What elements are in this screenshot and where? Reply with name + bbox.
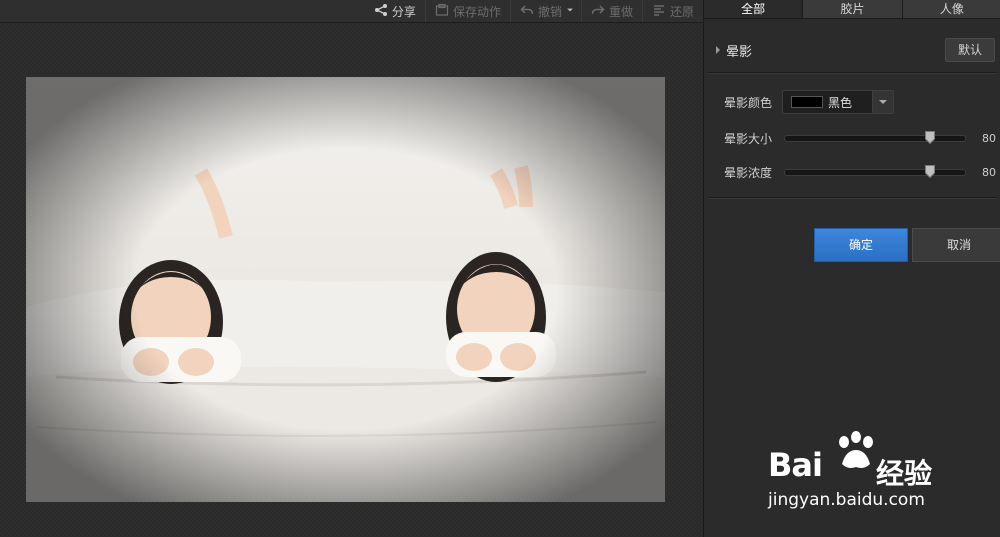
- vignette-color-row: 晕影颜色 黑色: [724, 90, 894, 114]
- vignette-density-row: 晕影浓度 80: [724, 161, 996, 183]
- save-action-button[interactable]: 保存动作: [424, 0, 510, 22]
- filter-tabs: 全部 胶片 人像: [704, 0, 1000, 19]
- slider-thumb[interactable]: [924, 131, 935, 145]
- section-divider: [708, 72, 997, 74]
- undo-dropdown[interactable]: [565, 0, 581, 22]
- slider-thumb[interactable]: [924, 165, 935, 179]
- baidu-jingyan-watermark: Bai 经验 jingyan.baidu.com: [762, 428, 972, 518]
- dropdown-arrow-icon[interactable]: [872, 91, 893, 113]
- vignette-size-row: 晕影大小 80: [724, 127, 996, 149]
- undo-label: 撤销: [537, 4, 562, 19]
- save-action-icon: [435, 3, 449, 20]
- baidu-paw-logo-icon: [839, 431, 873, 468]
- top-toolbar: 分享 保存动作 撤销 重做 还原: [0, 0, 703, 23]
- vignette-section-title: 晕影: [726, 44, 753, 60]
- redo-icon: [591, 3, 605, 20]
- vignette-section-header[interactable]: 晕影 默认: [704, 36, 1000, 64]
- vignette-density-value: 80: [982, 165, 996, 179]
- photo-illustration: [26, 77, 665, 502]
- expand-caret-icon: [716, 46, 720, 54]
- watermark-brand-cn: 经验: [876, 457, 933, 490]
- slider-track: [784, 135, 966, 142]
- share-button[interactable]: 分享: [365, 0, 425, 22]
- cancel-button[interactable]: 取消: [912, 228, 1000, 262]
- vignette-size-slider[interactable]: [784, 127, 966, 149]
- vignette-density-slider[interactable]: [784, 161, 966, 183]
- undo-button[interactable]: 撤销: [509, 0, 571, 22]
- canvas-workspace: 分享 保存动作 撤销 重做 还原: [0, 0, 703, 537]
- chevron-down-icon: [565, 3, 575, 20]
- vignette-size-value: 80: [982, 131, 996, 145]
- tab-film[interactable]: 胶片: [803, 0, 903, 18]
- vignette-density-label: 晕影浓度: [724, 165, 773, 180]
- vignette-color-label: 晕影颜色: [724, 95, 773, 110]
- section-divider: [708, 197, 997, 199]
- restore-label: 还原: [669, 4, 694, 19]
- slider-track: [784, 169, 966, 176]
- vignette-color-select[interactable]: 黑色: [782, 90, 894, 114]
- redo-label: 重做: [608, 4, 633, 19]
- vignette-color-value: 黑色: [828, 95, 853, 110]
- confirm-button[interactable]: 确定: [814, 228, 908, 262]
- save-action-label: 保存动作: [452, 4, 501, 19]
- tab-portrait[interactable]: 人像: [902, 0, 1000, 18]
- color-swatch: [791, 96, 823, 108]
- default-button[interactable]: 默认: [945, 38, 995, 62]
- undo-icon: [520, 3, 534, 20]
- restore-icon: [652, 3, 666, 20]
- restore-button[interactable]: 还原: [641, 0, 703, 22]
- share-label: 分享: [391, 4, 416, 19]
- watermark-url: jingyan.baidu.com: [768, 490, 925, 510]
- photo-preview: [26, 77, 665, 502]
- share-icon: [374, 3, 388, 20]
- watermark-brand: Bai: [768, 446, 823, 484]
- vignette-size-label: 晕影大小: [724, 131, 773, 146]
- tab-all[interactable]: 全部: [704, 0, 804, 18]
- redo-button[interactable]: 重做: [580, 0, 642, 22]
